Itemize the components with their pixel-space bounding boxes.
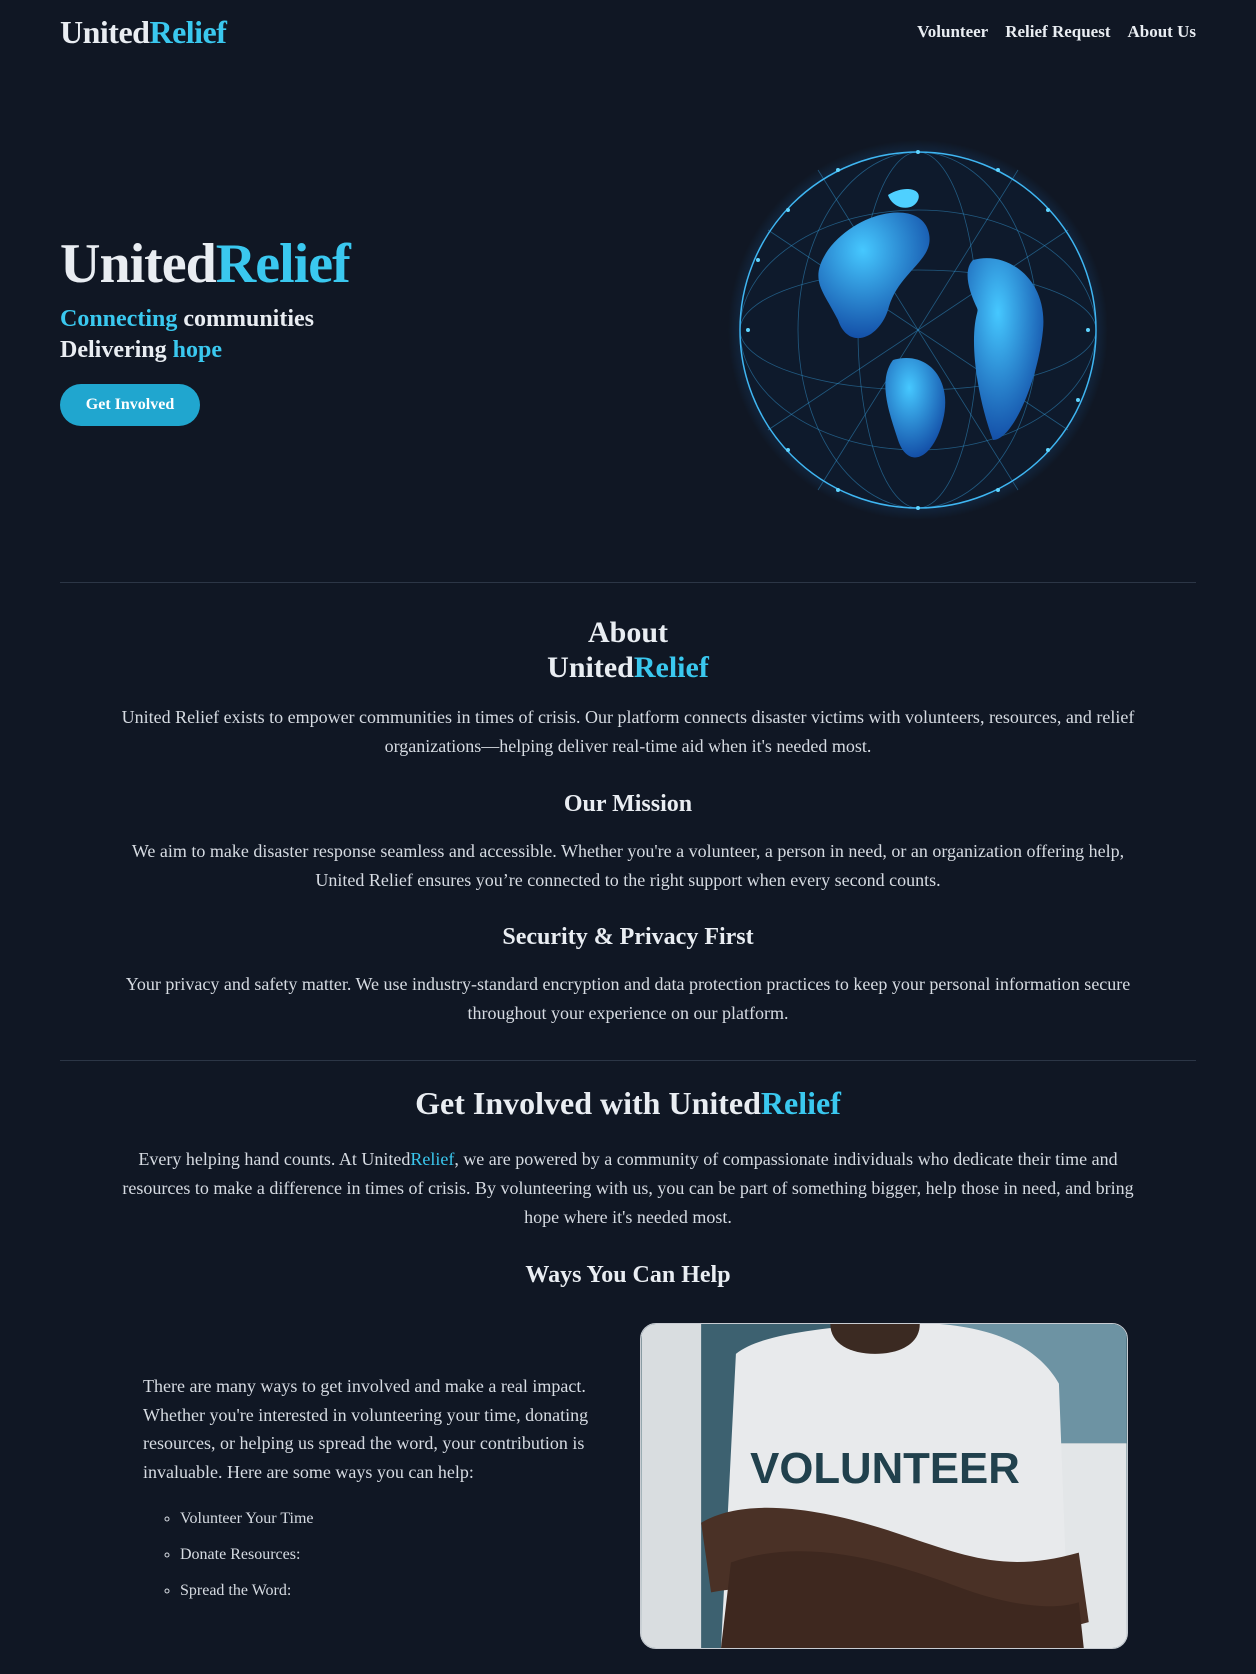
nav-link-volunteer[interactable]: Volunteer xyxy=(917,22,988,42)
mission-body: We aim to make disaster response seamles… xyxy=(131,841,1125,890)
get-involved-heading: Get Involved with UnitedRelief xyxy=(415,1085,841,1121)
top-nav: UnitedRelief Volunteer Relief Request Ab… xyxy=(60,10,1196,54)
get-involved-body: Every helping hand counts. At UnitedReli… xyxy=(122,1149,1134,1227)
nav-links: Volunteer Relief Request About Us xyxy=(917,22,1196,42)
ways-list: Volunteer Your Time Donate Resources: Sp… xyxy=(180,1507,314,1615)
globe-illustration xyxy=(728,140,1108,520)
list-item: Spread the Word: xyxy=(180,1579,314,1615)
security-body: Your privacy and safety matter. We use i… xyxy=(125,974,1131,1023)
volunteer-photo: VOLUNTEER xyxy=(640,1323,1128,1649)
list-item: Volunteer Your Time xyxy=(180,1507,314,1543)
get-involved-button[interactable]: Get Involved xyxy=(60,384,200,426)
hero-tagline: Connecting communities Delivering hope xyxy=(60,306,314,363)
hero-title: UnitedRelief xyxy=(60,233,351,295)
list-item: Donate Resources: xyxy=(180,1543,314,1579)
about-heading: About UnitedRelief xyxy=(547,616,709,684)
ways-heading: Ways You Can Help xyxy=(525,1262,731,1288)
security-heading: Security & Privacy First xyxy=(502,924,754,950)
ways-body: There are many ways to get involved and … xyxy=(143,1376,589,1482)
nav-link-relief-request[interactable]: Relief Request xyxy=(1005,22,1110,42)
shirt-text: VOLUNTEER xyxy=(750,1444,1020,1493)
logo[interactable]: UnitedRelief xyxy=(60,14,227,51)
divider xyxy=(60,582,1196,583)
divider xyxy=(60,1060,1196,1061)
about-body: United Relief exists to empower communit… xyxy=(121,707,1135,756)
mission-heading: Our Mission xyxy=(563,791,693,817)
nav-link-about-us[interactable]: About Us xyxy=(1128,22,1197,42)
